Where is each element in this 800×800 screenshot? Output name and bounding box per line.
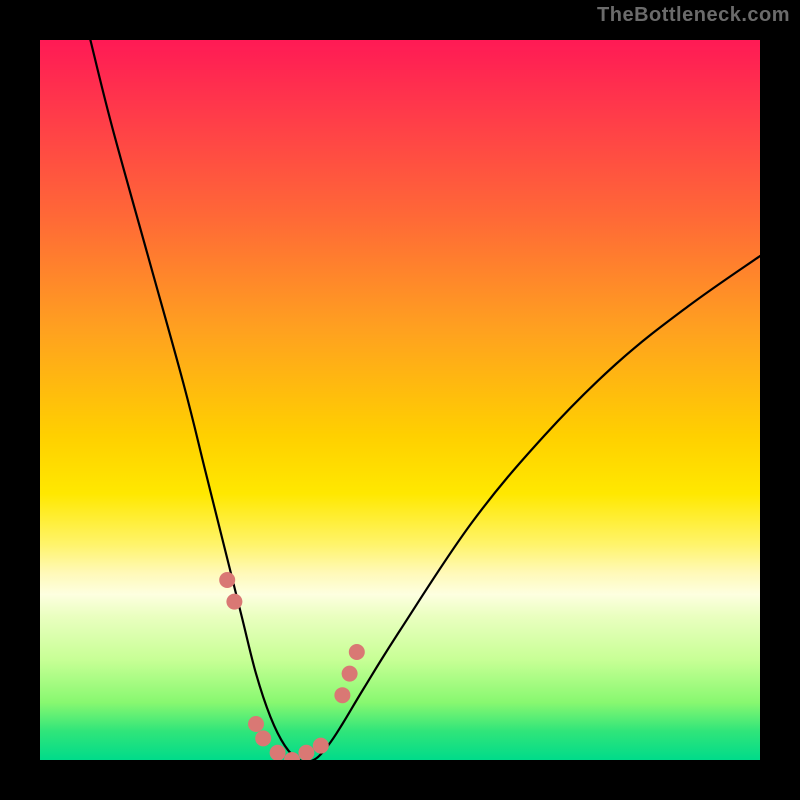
data-marker [342,666,358,682]
chart-svg [40,40,760,760]
data-marker [255,730,271,746]
data-markers [219,572,365,760]
plot-area [40,40,760,760]
data-marker [248,716,264,732]
data-marker [298,745,314,760]
data-marker [219,572,235,588]
data-marker [270,745,286,760]
data-marker [349,644,365,660]
chart-frame: TheBottleneck.com [0,0,800,800]
data-marker [334,687,350,703]
attribution-text: TheBottleneck.com [597,4,790,27]
data-marker [226,594,242,610]
data-marker [313,738,329,754]
bottleneck-curve [90,40,760,760]
data-marker [284,752,300,760]
